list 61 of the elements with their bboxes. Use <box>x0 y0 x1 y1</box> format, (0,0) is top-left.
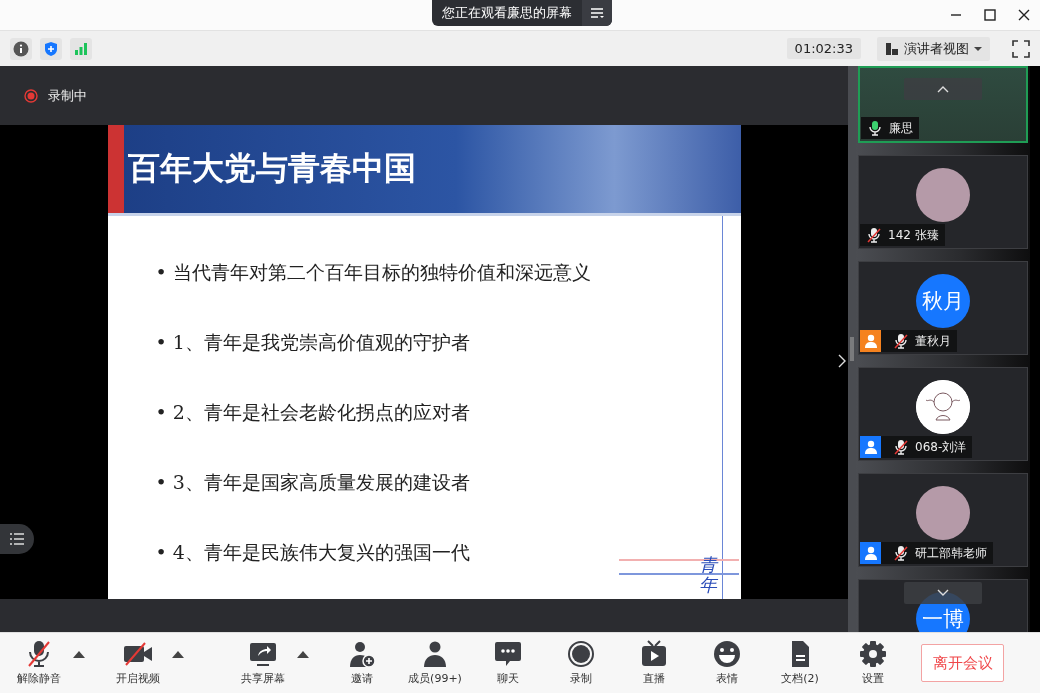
drag-handle-icon[interactable] <box>850 337 854 361</box>
toolbar-button[interactable]: 直播 <box>623 640 685 686</box>
avatar <box>916 168 970 222</box>
caret-icon <box>974 45 982 52</box>
slide-bullet: • 2、青年是社会老龄化拐点的应对者 <box>155 400 470 425</box>
toolbar-button[interactable]: 聊天 <box>477 640 539 686</box>
add-person-icon <box>347 640 377 668</box>
smiley-icon <box>712 640 742 668</box>
participant-name: 董秋月 <box>915 332 951 350</box>
info-icon[interactable] <box>10 37 32 60</box>
share-screen-icon <box>248 640 278 668</box>
record-icon <box>566 640 596 668</box>
fullscreen-icon[interactable] <box>1012 39 1030 58</box>
layout-icon <box>885 41 899 56</box>
slide-bullet: • 4、青年是民族伟大复兴的强国一代 <box>155 540 470 565</box>
slide-title: 百年大党与青春中国 <box>127 148 416 189</box>
slide-bullet: • 1、青年是我党崇高价值观的守护者 <box>155 330 470 355</box>
avatar <box>916 486 970 540</box>
participant-tile[interactable]: 142 张臻 <box>858 155 1028 249</box>
list-icon[interactable] <box>0 524 34 554</box>
participant-name: 068-刘洋 <box>915 438 967 456</box>
participant-name: 142 张臻 <box>888 226 939 244</box>
toolbar-button[interactable]: 开启视频 <box>107 640 169 686</box>
camera-off-icon <box>123 640 153 668</box>
calligraphy-signature: 青年 <box>698 555 717 595</box>
settings-icon <box>858 640 888 668</box>
toolbar-button[interactable]: 解除静音 <box>8 640 70 686</box>
chevron-right-icon[interactable] <box>838 354 846 368</box>
toolbar-button[interactable]: 表情 <box>696 640 758 686</box>
participant-tile[interactable]: 一博 <box>858 579 1028 632</box>
chevron-down-icon <box>937 589 949 597</box>
toolbar-button[interactable]: 设置 <box>842 640 904 686</box>
participant-name: 廉思 <box>889 119 913 137</box>
view-mode-button[interactable]: 演讲者视图 <box>877 36 990 61</box>
participant-tile[interactable]: 研工部韩老师 <box>858 473 1028 567</box>
avatar: 秋月 <box>916 274 970 328</box>
recording-label: 录制中 <box>48 86 87 105</box>
menu-icon[interactable] <box>582 0 612 26</box>
participant-name: 研工部韩老师 <box>915 544 987 562</box>
slide-bullet: • 3、青年是国家高质量发展的建设者 <box>155 470 470 495</box>
participant-tile[interactable]: 秋月 董秋月 <box>858 261 1028 355</box>
shield-icon[interactable] <box>40 37 62 60</box>
recording-dot-icon <box>24 88 38 103</box>
meeting-timer: 01:02:33 <box>786 38 861 59</box>
tv-icon <box>639 640 669 668</box>
caret-icon[interactable] <box>172 650 186 658</box>
participant-tile[interactable]: 廉思 <box>858 66 1028 143</box>
caret-icon[interactable] <box>297 650 311 658</box>
caret-icon[interactable] <box>73 650 87 658</box>
chat-icon <box>493 640 523 668</box>
toolbar-button[interactable]: 共享屏幕 <box>232 640 294 686</box>
toolbar-button[interactable]: 成员(99+) <box>404 640 466 686</box>
chevron-up-icon <box>937 85 949 93</box>
slide-bullet: • 当代青年对第二个百年目标的独特价值和深远意义 <box>155 260 591 285</box>
participant-tile[interactable]: 068-刘洋 <box>858 367 1028 461</box>
banner-text: 您正在观看廉思的屏幕 <box>441 4 573 22</box>
toolbar-button[interactable]: 文档(2) <box>769 640 831 686</box>
toolbar-button[interactable]: 录制 <box>550 640 612 686</box>
leave-meeting-button[interactable]: 离开会议 <box>921 644 1004 682</box>
sketch-avatar-icon <box>916 380 970 434</box>
toolbar-button[interactable]: 邀请 <box>331 640 393 686</box>
